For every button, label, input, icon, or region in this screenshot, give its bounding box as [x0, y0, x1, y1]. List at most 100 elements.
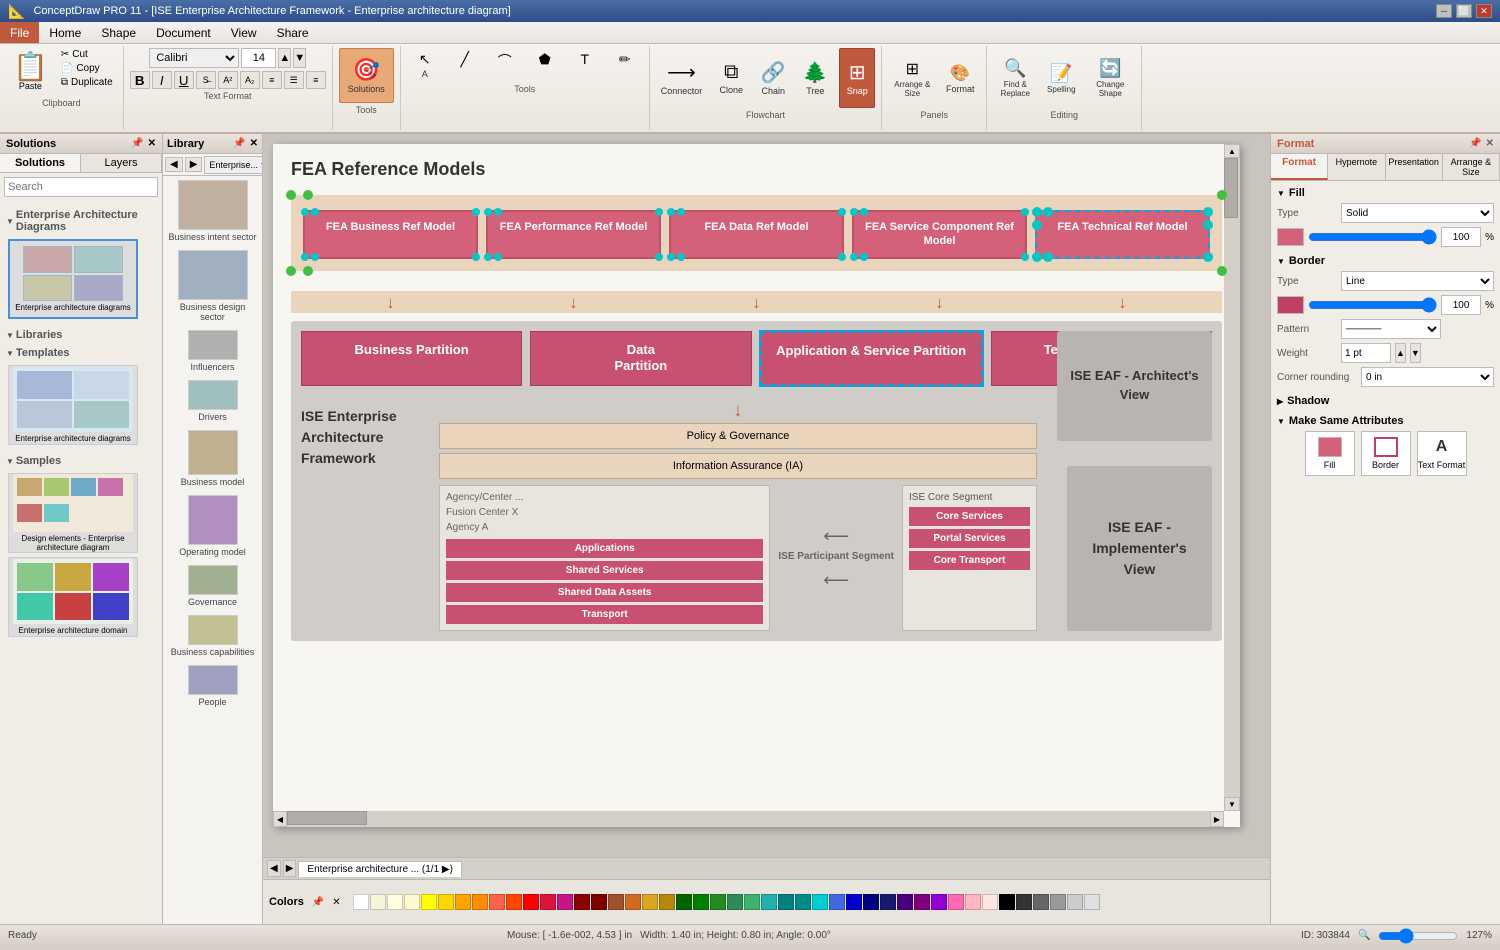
fea-ref-card-1[interactable]: FEA Performance Ref Model	[486, 210, 661, 259]
color-green[interactable]	[693, 894, 709, 910]
library-close-icon[interactable]: ✕	[250, 138, 258, 149]
font-size-increase[interactable]: ▲	[278, 48, 291, 68]
solutions-close-icon[interactable]: ✕	[148, 138, 156, 149]
fea-ref-card-0[interactable]: FEA Business Ref Model	[303, 210, 478, 259]
border-pattern-select[interactable]: ─────	[1341, 319, 1441, 339]
color-mistyrose[interactable]	[982, 894, 998, 910]
color-crimson[interactable]	[540, 894, 556, 910]
color-hotpink[interactable]	[948, 894, 964, 910]
color-darkred[interactable]	[574, 894, 590, 910]
agency-box[interactable]: Agency/Center ... Fusion Center X Agency…	[439, 485, 770, 631]
fill-opacity-slider[interactable]	[1308, 230, 1437, 244]
color-sienna[interactable]	[608, 894, 624, 910]
color-navy[interactable]	[863, 894, 879, 910]
section-samples[interactable]: Samples	[4, 451, 158, 469]
copy-button[interactable]: 📄Copy	[57, 62, 117, 75]
strikethrough-button[interactable]: S̶	[196, 71, 216, 89]
format-tab-format[interactable]: Format	[1271, 154, 1328, 180]
color-gold[interactable]	[438, 894, 454, 910]
shape-tool[interactable]: ⬟	[527, 48, 563, 82]
scroll-left-btn[interactable]: ◀	[273, 811, 287, 827]
align-right-button[interactable]: ≡	[306, 71, 326, 89]
format-close-icon[interactable]: ✕	[1486, 138, 1494, 149]
fill-section-header[interactable]: Fill	[1277, 187, 1494, 199]
tab-next-btn[interactable]: ▶	[283, 860, 297, 877]
align-center-button[interactable]: ☰	[284, 71, 304, 89]
font-size-input[interactable]	[241, 48, 276, 68]
bold-button[interactable]: B	[130, 71, 150, 89]
menu-home[interactable]: Home	[39, 22, 91, 43]
color-gray[interactable]	[1033, 894, 1049, 910]
library-pin-icon[interactable]: 📌	[233, 138, 245, 149]
partition-business[interactable]: Business Partition	[301, 331, 522, 387]
color-lightseagreen[interactable]	[761, 894, 777, 910]
underline-button[interactable]: U	[174, 71, 194, 89]
partition-app-service[interactable]: Application & Service Partition	[760, 331, 983, 387]
fea-ref-card-4[interactable]: FEA Technical Ref Model	[1035, 210, 1210, 259]
lib-item-3[interactable]: Drivers	[167, 380, 258, 422]
color-orangered[interactable]	[506, 894, 522, 910]
snap-button[interactable]: ⊞ Snap	[839, 48, 875, 108]
line-tool[interactable]: ╱	[447, 48, 483, 82]
policy-governance-box[interactable]: Policy & Governance	[439, 423, 1037, 449]
pencil-tool[interactable]: ✏	[607, 48, 643, 82]
color-midnightblue[interactable]	[880, 894, 896, 910]
tab-layers[interactable]: Layers	[81, 154, 162, 172]
partition-data[interactable]: DataPartition	[530, 331, 751, 387]
menu-share[interactable]: Share	[267, 22, 319, 43]
format-pin-icon[interactable]: 📌	[1469, 138, 1481, 149]
superscript-button[interactable]: A²	[218, 71, 238, 89]
font-size-decrease[interactable]: ▼	[293, 48, 306, 68]
border-weight-input[interactable]	[1341, 343, 1391, 363]
color-darkgoldenrod[interactable]	[659, 894, 675, 910]
format-tab-presentation[interactable]: Presentation	[1386, 154, 1443, 180]
vertical-scrollbar[interactable]: ▲ ▼	[1224, 144, 1240, 811]
color-beige[interactable]	[370, 894, 386, 910]
cut-button[interactable]: ✂Cut	[57, 48, 117, 61]
color-yellow[interactable]	[421, 894, 437, 910]
color-orange[interactable]	[455, 894, 471, 910]
lib-item-2[interactable]: Influencers	[167, 330, 258, 372]
weight-down-btn[interactable]: ▼	[1410, 343, 1421, 363]
text-tool[interactable]: T	[567, 48, 603, 82]
zoom-icon[interactable]: 🔍	[1358, 930, 1370, 941]
core-services-box[interactable]: Core Services	[909, 507, 1030, 526]
italic-button[interactable]: I	[152, 71, 172, 89]
solutions-pin-icon[interactable]: 📌	[131, 138, 143, 149]
ise-core-box[interactable]: ISE Core Segment Core Services Portal Se…	[902, 485, 1037, 631]
color-medseagreen[interactable]	[744, 894, 760, 910]
color-royalblue[interactable]	[829, 894, 845, 910]
scroll-down-btn[interactable]: ▼	[1224, 797, 1240, 811]
arrange-size-button[interactable]: ⊞ Arrange & Size	[888, 48, 936, 108]
color-darkgray[interactable]	[1016, 894, 1032, 910]
menu-document[interactable]: Document	[146, 22, 221, 43]
lib-item-4[interactable]: Business model	[167, 430, 258, 487]
color-xlightgray[interactable]	[1084, 894, 1100, 910]
border-section-header[interactable]: Border	[1277, 255, 1494, 267]
weight-up-btn[interactable]: ▲	[1395, 343, 1406, 363]
scroll-right-btn[interactable]: ▶	[1210, 811, 1224, 827]
portal-services-box[interactable]: Portal Services	[909, 529, 1030, 548]
fill-type-select[interactable]: Solid	[1341, 203, 1494, 223]
color-darkturquoise[interactable]	[812, 894, 828, 910]
info-assurance-box[interactable]: Information Assurance (IA)	[439, 453, 1037, 479]
lib-item-8[interactable]: People	[167, 665, 258, 707]
thumbnail-ea-domain[interactable]: Enterprise architecture domain	[8, 557, 138, 637]
tree-button[interactable]: 🌲 Tree	[797, 48, 833, 108]
color-darkorange[interactable]	[472, 894, 488, 910]
solutions-button[interactable]: 🎯 Solutions	[339, 48, 394, 103]
chain-button[interactable]: 🔗 Chain	[755, 48, 791, 108]
shared-services-box[interactable]: Shared Services	[446, 561, 763, 580]
border-opacity-slider[interactable]	[1308, 298, 1437, 312]
spelling-button[interactable]: 📝 Spelling	[1041, 48, 1081, 108]
color-white[interactable]	[353, 894, 369, 910]
color-medblue[interactable]	[846, 894, 862, 910]
format-tab-hypernote[interactable]: Hypernote	[1328, 154, 1385, 180]
fea-ref-card-3[interactable]: FEA Service Component Ref Model	[852, 210, 1027, 259]
thumbnail-design-elements[interactable]: Design elements - Enterprise architectur…	[8, 473, 138, 553]
corner-rounding-select[interactable]: 0 in	[1361, 367, 1494, 387]
make-same-border-btn[interactable]: Border	[1361, 431, 1411, 476]
core-transport-box[interactable]: Core Transport	[909, 551, 1030, 570]
thumbnail-templates[interactable]: Enterprise architecture diagrams	[8, 365, 138, 445]
format-tab-arrange[interactable]: Arrange & Size	[1443, 154, 1500, 180]
